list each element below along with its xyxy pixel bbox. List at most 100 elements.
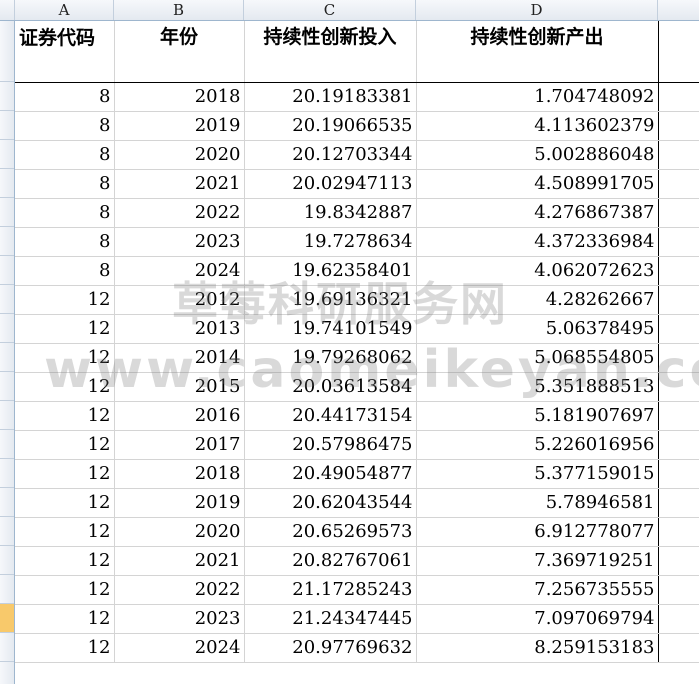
row-header[interactable] [0,169,14,198]
column-header-a[interactable]: A [15,0,114,20]
cell-code[interactable]: 8 [15,198,115,228]
cell-code[interactable]: 12 [15,285,115,315]
cell-code[interactable]: 12 [15,343,115,373]
cell-input[interactable]: 19.8342887 [244,198,417,228]
empty-cell[interactable] [658,111,699,141]
cell-output[interactable]: 5.226016956 [416,430,659,460]
cell-code[interactable]: 8 [15,256,115,286]
cell-year[interactable]: 2020 [114,517,245,547]
cell-year[interactable]: 2014 [114,343,245,373]
row-header[interactable] [0,140,14,169]
cell-code[interactable]: 8 [15,227,115,257]
row-header[interactable] [0,488,14,517]
cell-year[interactable]: 2016 [114,401,245,431]
cell-year[interactable]: 2022 [114,575,245,605]
cell-output[interactable]: 4.113602379 [416,111,659,141]
cell-year[interactable]: 2019 [114,488,245,518]
cell-input[interactable]: 20.65269573 [244,517,417,547]
cell-output[interactable]: 8.259153183 [416,633,659,663]
cell-code[interactable]: 12 [15,372,115,402]
row-header[interactable] [0,430,14,459]
empty-cell[interactable] [658,488,699,518]
empty-cell[interactable] [658,575,699,605]
row-header[interactable] [0,285,14,314]
cell-code[interactable]: 8 [15,82,115,112]
cell-code[interactable]: 12 [15,633,115,663]
row-header[interactable] [0,633,14,662]
empty-cell[interactable] [658,459,699,489]
cell-output[interactable]: 5.377159015 [416,459,659,489]
empty-cell[interactable] [658,604,699,634]
empty-cell[interactable] [658,169,699,199]
row-header[interactable] [0,343,14,372]
cell-code[interactable]: 12 [15,459,115,489]
cell-year[interactable]: 2023 [114,604,245,634]
cell-output[interactable]: 5.351888513 [416,372,659,402]
row-header[interactable] [0,459,14,488]
cell-code[interactable]: 12 [15,314,115,344]
cell-year[interactable]: 2024 [114,633,245,663]
header-cell-input[interactable]: 持续性创新投入 [244,21,417,83]
row-header[interactable] [0,372,14,401]
row-header[interactable] [0,198,14,227]
cell-output[interactable]: 7.369719251 [416,546,659,576]
empty-cell[interactable] [658,21,699,83]
empty-cell[interactable] [658,401,699,431]
cell-output[interactable]: 7.097069794 [416,604,659,634]
column-header-d[interactable]: D [416,0,658,20]
cell-code[interactable]: 8 [15,111,115,141]
empty-cell[interactable] [658,198,699,228]
empty-cell[interactable] [658,546,699,576]
row-header[interactable] [0,575,14,604]
cell-output[interactable]: 4.508991705 [416,169,659,199]
cell-year[interactable]: 2020 [114,140,245,170]
cell-input[interactable]: 20.57986475 [244,430,417,460]
cell-output[interactable]: 5.068554805 [416,343,659,373]
empty-cell[interactable] [658,430,699,460]
empty-cell[interactable] [658,633,699,663]
cell-year[interactable]: 2022 [114,198,245,228]
cell-code[interactable]: 12 [15,575,115,605]
cell-input[interactable]: 19.74101549 [244,314,417,344]
row-header[interactable] [0,546,14,575]
cell-year[interactable]: 2021 [114,169,245,199]
empty-cell[interactable] [658,314,699,344]
cell-output[interactable]: 5.06378495 [416,314,659,344]
cell-input[interactable]: 20.03613584 [244,372,417,402]
cell-code[interactable]: 12 [15,517,115,547]
column-header-b[interactable]: B [114,0,244,20]
cell-output[interactable]: 4.372336984 [416,227,659,257]
header-cell-year[interactable]: 年份 [114,21,245,83]
cell-output[interactable]: 6.912778077 [416,517,659,547]
empty-cell[interactable] [658,140,699,170]
cell-input[interactable]: 20.19183381 [244,82,417,112]
cell-input[interactable]: 20.97769632 [244,633,417,663]
cell-year[interactable]: 2018 [114,459,245,489]
cell-input[interactable]: 20.12703344 [244,140,417,170]
row-header[interactable] [0,21,14,82]
cell-year[interactable]: 2012 [114,285,245,315]
cell-input[interactable]: 19.69136321 [244,285,417,315]
cell-output[interactable]: 4.276867387 [416,198,659,228]
cell-year[interactable]: 2024 [114,256,245,286]
cell-input[interactable]: 20.82767061 [244,546,417,576]
row-header[interactable] [0,604,14,633]
cell-input[interactable]: 20.44173154 [244,401,417,431]
cell-output[interactable]: 4.28262667 [416,285,659,315]
cell-year[interactable]: 2017 [114,430,245,460]
empty-cell[interactable] [658,343,699,373]
cell-year[interactable]: 2023 [114,227,245,257]
cell-input[interactable]: 20.62043544 [244,488,417,518]
cell-input[interactable]: 20.02947113 [244,169,417,199]
row-header[interactable] [0,227,14,256]
row-header[interactable] [0,401,14,430]
cell-code[interactable]: 12 [15,488,115,518]
cell-input[interactable]: 20.19066535 [244,111,417,141]
empty-cell[interactable] [658,285,699,315]
empty-cell[interactable] [658,517,699,547]
cell-code[interactable]: 8 [15,169,115,199]
cell-code[interactable]: 12 [15,604,115,634]
cell-input[interactable]: 19.7278634 [244,227,417,257]
cell-code[interactable]: 12 [15,546,115,576]
cell-code[interactable]: 12 [15,430,115,460]
